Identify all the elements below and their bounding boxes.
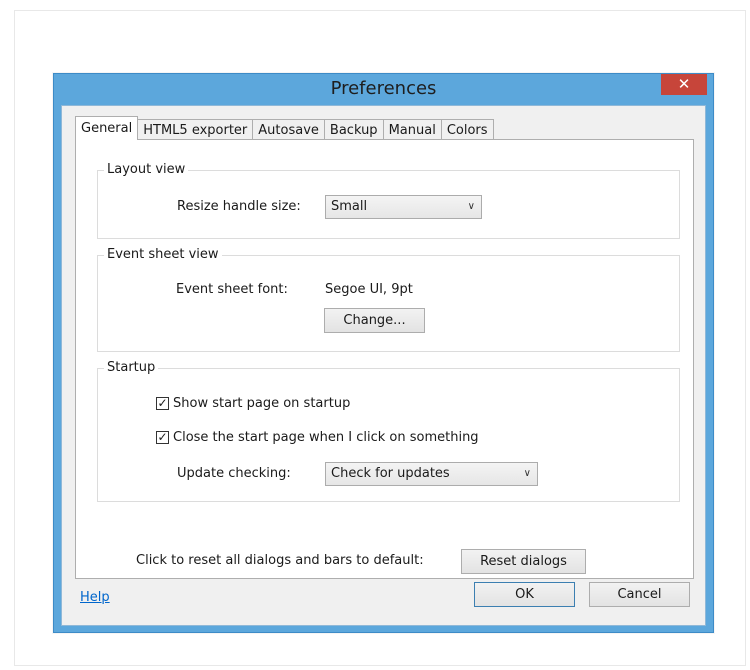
close-icon[interactable]: ✕ [661, 74, 707, 95]
tab-strip: General HTML5 exporter Autosave Backup M… [75, 116, 494, 140]
checkmark-icon: ✓ [156, 396, 169, 410]
resize-handle-select[interactable]: Small ∨ [325, 195, 482, 219]
title-bar[interactable]: Preferences ✕ [54, 74, 713, 105]
dialog-title: Preferences [330, 78, 437, 99]
event-sheet-view-group: Event sheet view Event sheet font: Segoe… [97, 247, 680, 352]
reset-dialogs-button[interactable]: Reset dialogs [461, 549, 586, 574]
startup-title: Startup [104, 360, 159, 375]
layout-view-group: Layout view Resize handle size: Small ∨ [97, 162, 680, 239]
update-checking-value: Check for updates [331, 466, 450, 481]
preferences-dialog: Preferences ✕ General HTML5 exporter Aut… [53, 73, 714, 633]
update-checking-select[interactable]: Check for updates ∨ [325, 462, 538, 486]
change-font-button[interactable]: Change... [324, 308, 425, 333]
tab-autosave[interactable]: Autosave [252, 119, 325, 140]
help-link[interactable]: Help [80, 590, 110, 605]
tab-colors[interactable]: Colors [440, 119, 494, 140]
tab-html5-exporter[interactable]: HTML5 exporter [137, 119, 254, 140]
layout-view-title: Layout view [104, 162, 189, 177]
update-checking-label: Update checking: [177, 466, 291, 481]
reset-dialogs-label: Click to reset all dialogs and bars to d… [136, 553, 424, 568]
chevron-down-icon: ∨ [467, 201, 475, 212]
event-sheet-view-title: Event sheet view [104, 247, 222, 262]
general-tab-panel: Layout view Resize handle size: Small ∨ … [75, 139, 694, 579]
ok-button[interactable]: OK [474, 582, 575, 607]
tab-backup[interactable]: Backup [323, 119, 384, 140]
startup-group: Startup ✓ Show start page on startup ✓ C… [97, 360, 680, 502]
cancel-button[interactable]: Cancel [589, 582, 690, 607]
tab-general[interactable]: General [75, 116, 139, 140]
checkmark-icon: ✓ [156, 430, 169, 444]
event-sheet-font-label: Event sheet font: [176, 282, 288, 297]
close-start-page-checkbox[interactable]: ✓ Close the start page when I click on s… [156, 430, 479, 445]
event-sheet-font-value: Segoe UI, 9pt [325, 282, 413, 297]
show-start-page-label: Show start page on startup [173, 396, 351, 411]
chevron-down-icon: ∨ [523, 468, 531, 479]
resize-handle-value: Small [331, 199, 368, 214]
close-start-page-label: Close the start page when I click on som… [173, 430, 479, 445]
show-start-page-checkbox[interactable]: ✓ Show start page on startup [156, 396, 350, 411]
resize-handle-label: Resize handle size: [177, 199, 301, 214]
tab-manual[interactable]: Manual [382, 119, 442, 140]
dialog-client-area: General HTML5 exporter Autosave Backup M… [61, 105, 706, 626]
